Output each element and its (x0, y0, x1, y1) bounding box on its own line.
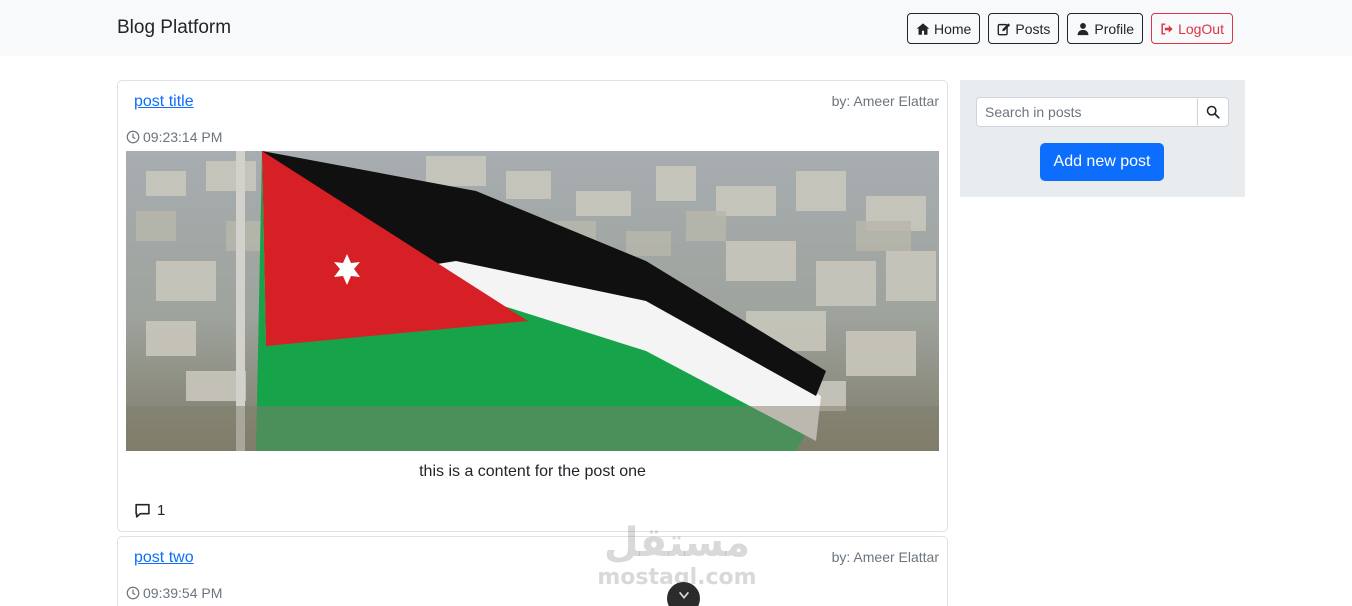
user-icon (1077, 22, 1089, 35)
add-new-post-button[interactable]: Add new post (1040, 143, 1164, 181)
home-button-label: Home (934, 20, 972, 37)
posts-button[interactable]: Posts (988, 13, 1060, 44)
search-group (976, 97, 1229, 127)
comment-icon (135, 503, 150, 518)
comments-button[interactable]: 1 (134, 502, 165, 519)
post-time-text: 09:23:14 PM (143, 129, 223, 145)
clock-icon (126, 586, 140, 600)
nav-buttons: Home Posts Profile LogOut (907, 13, 1233, 44)
home-button[interactable]: Home (907, 13, 981, 44)
post-time-text: 09:39:54 PM (143, 585, 223, 601)
logout-button-label: LogOut (1178, 20, 1224, 37)
post-author: by: Ameer Elattar (831, 549, 939, 565)
chevron-down-icon (678, 591, 689, 599)
clock-icon (126, 130, 140, 144)
sidebar: Add new post (960, 80, 1245, 197)
navbar: Blog Platform Home Posts Profile LogOut (0, 0, 1352, 56)
search-input[interactable] (976, 97, 1197, 127)
post-author: by: Ameer Elattar (831, 93, 939, 109)
post-time: 09:39:54 PM (126, 585, 222, 601)
posts-button-label: Posts (1015, 20, 1051, 37)
sign-out-icon (1161, 22, 1173, 35)
home-icon (916, 22, 930, 35)
post-image (126, 151, 939, 451)
profile-button[interactable]: Profile (1067, 13, 1144, 44)
brand-title[interactable]: Blog Platform (117, 17, 231, 39)
search-icon (1206, 105, 1220, 119)
edit-icon (997, 22, 1011, 35)
post-title-link[interactable]: post title (134, 93, 194, 111)
post-time: 09:23:14 PM (126, 129, 222, 145)
comments-count: 1 (157, 502, 166, 519)
post-content: this is a content for the post one (419, 463, 646, 480)
post-card: post title by: Ameer Elattar 09:23:14 PM (117, 80, 948, 532)
logout-button[interactable]: LogOut (1151, 13, 1233, 44)
search-button[interactable] (1197, 97, 1229, 127)
post-card: post two by: Ameer Elattar 09:39:54 PM (117, 536, 948, 606)
post-title-link[interactable]: post two (134, 549, 194, 567)
profile-button-label: Profile (1094, 20, 1135, 37)
